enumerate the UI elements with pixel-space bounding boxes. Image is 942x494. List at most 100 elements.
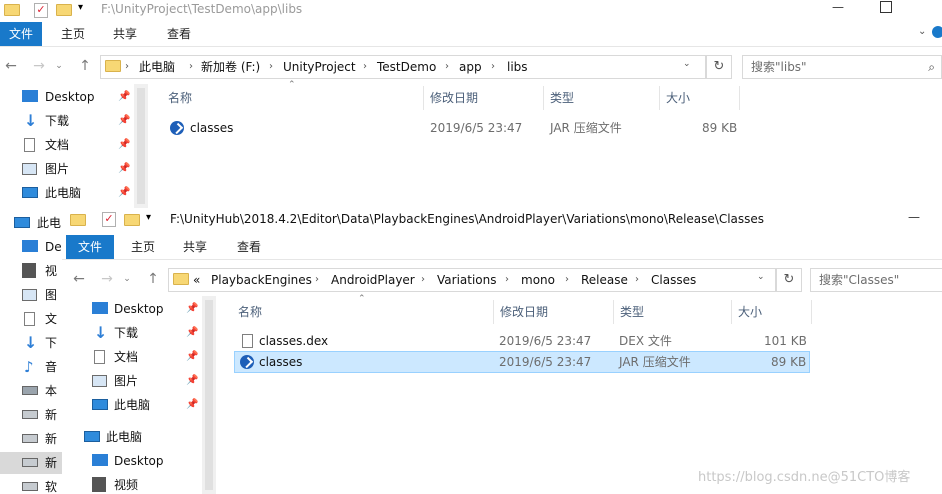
crumb-unityproject[interactable]: UnityProject xyxy=(283,56,356,78)
pin-icon[interactable]: 📌 xyxy=(118,163,130,174)
file-row[interactable]: classes 2019/6/5 23:47 JAR 压缩文件 89 KB xyxy=(166,118,746,138)
refresh-button[interactable]: ↻ xyxy=(776,268,802,292)
pin-icon[interactable]: 📌 xyxy=(186,327,198,338)
back-sidebar-scrollbar[interactable] xyxy=(134,84,148,210)
pin-icon[interactable]: 📌 xyxy=(186,375,198,386)
crumb-variations[interactable]: Variations xyxy=(437,269,497,291)
sidebar-item-partial[interactable]: De xyxy=(22,236,62,258)
sidebar-item-partial[interactable]: 视 xyxy=(22,260,57,282)
scrollbar-thumb[interactable] xyxy=(137,88,145,204)
sidebar-item-downloads[interactable]: ↓ 下载 xyxy=(22,110,69,132)
pin-icon[interactable]: 📌 xyxy=(118,139,130,150)
pin-icon[interactable]: 📌 xyxy=(186,351,198,362)
computer-icon xyxy=(84,431,100,442)
help-icon[interactable] xyxy=(932,26,942,38)
sidebar-item-documents[interactable]: 文档 xyxy=(92,346,138,368)
tab-file[interactable]: 文件 xyxy=(0,22,42,46)
sidebar-item-partial[interactable]: 新 xyxy=(22,404,57,426)
sidebar-item-this-pc-root[interactable]: 此电脑 xyxy=(84,426,142,448)
crumb-drive[interactable]: 新加卷 (F:) xyxy=(201,56,260,78)
sidebar-item-desktop-2[interactable]: Desktop xyxy=(92,450,164,472)
sidebar-item-partial[interactable]: 图 xyxy=(22,284,57,306)
quick-access-dropdown-icon[interactable]: ▾ xyxy=(146,212,151,223)
sidebar-item-partial[interactable]: ♪ 音 xyxy=(22,356,57,378)
recent-dropdown-icon[interactable]: ⌄ xyxy=(118,269,136,289)
sidebar-item-pictures[interactable]: 图片 xyxy=(92,370,138,392)
scrollbar-thumb[interactable] xyxy=(205,300,213,490)
pin-icon[interactable]: 📌 xyxy=(118,115,130,126)
selected-file-row[interactable]: classes 2019/6/5 23:47 JAR 压缩文件 89 KB xyxy=(234,351,810,373)
sidebar-item-partial[interactable]: 新 xyxy=(22,428,57,450)
sidebar-item-this-pc[interactable]: 此电脑 xyxy=(92,394,150,416)
tab-share[interactable]: 共享 xyxy=(174,235,216,259)
sidebar-item-this-pc-partial[interactable]: 此电 xyxy=(14,212,61,234)
pin-icon[interactable]: 📌 xyxy=(186,303,198,314)
address-dropdown-icon[interactable]: ⌄ xyxy=(683,59,691,69)
column-size[interactable]: 大小 xyxy=(660,86,740,110)
crumb-testdemo[interactable]: TestDemo xyxy=(377,56,436,78)
forward-arrow-icon[interactable]: → xyxy=(98,269,116,289)
properties-check-icon[interactable]: ✓ xyxy=(102,212,116,227)
recent-dropdown-icon[interactable]: ⌄ xyxy=(50,56,68,76)
column-size[interactable]: 大小 xyxy=(732,300,812,324)
crumb-overflow[interactable]: « xyxy=(193,269,200,291)
column-type[interactable]: 类型 xyxy=(614,300,732,324)
column-name[interactable]: 名称 xyxy=(162,86,424,110)
tab-view[interactable]: 查看 xyxy=(228,235,270,259)
crumb-release[interactable]: Release xyxy=(581,269,628,291)
minimize-button[interactable]: — xyxy=(902,210,926,230)
up-arrow-icon[interactable]: ↑ xyxy=(144,269,162,289)
tab-home[interactable]: 主页 xyxy=(122,235,164,259)
front-sidebar-scrollbar[interactable] xyxy=(202,296,216,494)
back-address-bar[interactable]: › 此电脑 › 新加卷 (F:) › UnityProject › TestDe… xyxy=(100,55,706,79)
back-search-input[interactable]: 搜索"libs" ⌕ xyxy=(742,55,942,79)
minimize-button[interactable]: — xyxy=(826,0,850,20)
crumb-this-pc[interactable]: 此电脑 xyxy=(139,56,175,78)
quick-access-dropdown-icon[interactable]: ▾ xyxy=(78,2,83,13)
crumb-libs[interactable]: libs xyxy=(507,56,528,78)
sidebar-item-desktop[interactable]: Desktop xyxy=(22,86,95,108)
maximize-button[interactable] xyxy=(880,1,892,13)
file-row[interactable]: classes.dex 2019/6/5 23:47 DEX 文件 101 KB xyxy=(234,331,810,351)
column-date[interactable]: 修改日期 xyxy=(494,300,614,324)
column-type[interactable]: 类型 xyxy=(544,86,660,110)
front-address-bar[interactable]: « PlaybackEngines › AndroidPlayer › Vari… xyxy=(168,268,776,292)
sidebar-item-videos[interactable]: 视频 xyxy=(92,474,138,494)
sidebar-item-partial[interactable]: 软 xyxy=(22,476,57,494)
tab-share[interactable]: 共享 xyxy=(104,22,146,46)
front-search-input[interactable]: 搜索"Classes" xyxy=(810,268,942,292)
crumb-classes[interactable]: Classes xyxy=(651,269,696,291)
ribbon-expand-icon[interactable]: ⌄ xyxy=(918,26,926,37)
up-arrow-icon[interactable]: ↑ xyxy=(76,56,94,76)
sidebar-item-partial[interactable]: 新 xyxy=(22,452,57,474)
sidebar-item-partial[interactable]: ↓ 下 xyxy=(22,332,57,354)
crumb-androidplayer[interactable]: AndroidPlayer xyxy=(331,269,415,291)
crumb-mono[interactable]: mono xyxy=(521,269,555,291)
sidebar-item-documents[interactable]: 文档 xyxy=(22,134,69,156)
sidebar-item-partial[interactable]: 文 xyxy=(22,308,57,330)
tab-home[interactable]: 主页 xyxy=(52,22,94,46)
sidebar-item-pictures[interactable]: 图片 xyxy=(22,158,69,180)
back-title-bar: ✓ ▾ F:\UnityProject\TestDemo\app\libs — xyxy=(0,0,942,22)
tab-file[interactable]: 文件 xyxy=(66,235,114,259)
crumb-playbackengines[interactable]: PlaybackEngines xyxy=(211,269,312,291)
back-arrow-icon[interactable]: ← xyxy=(2,56,20,76)
back-arrow-icon[interactable]: ← xyxy=(70,269,88,289)
refresh-button[interactable]: ↻ xyxy=(706,55,732,79)
crumb-app[interactable]: app xyxy=(459,56,482,78)
sidebar-item-downloads[interactable]: ↓ 下载 xyxy=(92,322,138,344)
pin-icon[interactable]: 📌 xyxy=(118,91,130,102)
pin-icon[interactable]: 📌 xyxy=(186,399,198,410)
pin-icon[interactable]: 📌 xyxy=(118,187,130,198)
forward-arrow-icon[interactable]: → xyxy=(30,56,48,76)
tab-view[interactable]: 查看 xyxy=(158,22,200,46)
column-date[interactable]: 修改日期 xyxy=(424,86,544,110)
new-folder-icon[interactable] xyxy=(56,4,72,16)
new-folder-icon[interactable] xyxy=(124,214,140,226)
sidebar-item-desktop[interactable]: Desktop xyxy=(92,298,164,320)
address-dropdown-icon[interactable]: ⌄ xyxy=(757,272,765,282)
column-name[interactable]: 名称 xyxy=(232,300,494,324)
properties-check-icon[interactable]: ✓ xyxy=(34,3,48,18)
sidebar-item-partial[interactable]: 本 xyxy=(22,380,57,402)
sidebar-item-this-pc[interactable]: 此电脑 xyxy=(22,182,81,204)
